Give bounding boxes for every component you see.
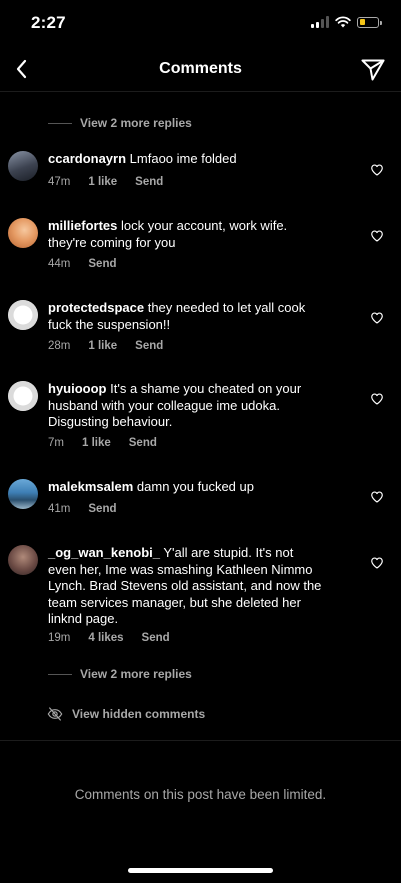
- status-time: 2:27: [31, 13, 66, 32]
- signal-icon: [311, 16, 329, 28]
- heart-outline-icon[interactable]: [370, 311, 384, 325]
- comment-username[interactable]: ccardonayrn: [48, 151, 126, 166]
- comment-content: damn you fucked up: [136, 479, 254, 494]
- view-replies-label: View 2 more replies: [80, 116, 192, 130]
- comment-username[interactable]: malekmsalem: [48, 479, 133, 494]
- send-button[interactable]: Send: [88, 258, 116, 270]
- wifi-icon: [335, 16, 351, 28]
- view-more-replies-top[interactable]: View 2 more replies: [48, 116, 192, 130]
- comment-username[interactable]: protectedspace: [48, 300, 144, 315]
- heart-outline-icon[interactable]: [370, 490, 384, 504]
- send-button[interactable]: Send: [135, 176, 163, 188]
- battery-level: [359, 19, 366, 25]
- comment-username[interactable]: _og_wan_kenobi_: [48, 545, 160, 560]
- view-hidden-comments-label: View hidden comments: [72, 707, 206, 721]
- comment-meta: 47m 1 like Send: [48, 176, 163, 188]
- heart-outline-icon[interactable]: [370, 163, 384, 177]
- avatar[interactable]: [8, 545, 38, 575]
- avatar[interactable]: [8, 479, 38, 509]
- comment-time: 7m: [48, 437, 64, 449]
- comment-text: ccardonayrn Lmfaoo ime folded: [48, 151, 324, 168]
- avatar[interactable]: [8, 218, 38, 248]
- comment-time: 44m: [48, 258, 71, 270]
- comment-text: _og_wan_kenobi_ Y'all are stupid. It's n…: [48, 545, 324, 628]
- comment-meta: 41m Send: [48, 503, 117, 515]
- status-bar: 2:27: [0, 0, 401, 46]
- comment-meta: 19m 4 likes Send: [48, 632, 170, 644]
- comment-time: 19m: [48, 632, 71, 644]
- avatar[interactable]: [8, 300, 38, 330]
- comments-limited-notice: Comments on this post have been limited.: [74, 787, 327, 802]
- avatar[interactable]: [8, 151, 38, 181]
- avatar[interactable]: [8, 381, 38, 411]
- heart-outline-icon[interactable]: [370, 392, 384, 406]
- comment-likes[interactable]: 4 likes: [88, 632, 123, 644]
- nav-bar: Comments: [0, 46, 401, 92]
- send-button[interactable]: Send: [129, 437, 157, 449]
- comment-text: malekmsalem damn you fucked up: [48, 479, 324, 496]
- home-indicator[interactable]: [128, 868, 273, 873]
- comment-time: 41m: [48, 503, 71, 515]
- view-replies-label: View 2 more replies: [80, 667, 192, 681]
- paper-plane-icon[interactable]: [359, 55, 387, 83]
- default-avatar-icon: [8, 300, 38, 330]
- heart-outline-icon[interactable]: [370, 229, 384, 243]
- eye-slash-icon: [47, 707, 63, 721]
- send-button[interactable]: Send: [135, 340, 163, 352]
- heart-outline-icon[interactable]: [370, 556, 384, 570]
- comment-text: hyuiooop It's a shame you cheated on you…: [48, 381, 324, 431]
- comment-username[interactable]: hyuiooop: [48, 381, 107, 396]
- comment-meta: 28m 1 like Send: [48, 340, 163, 352]
- status-icons: [311, 16, 382, 28]
- comment-likes[interactable]: 1 like: [88, 176, 117, 188]
- default-avatar-icon: [8, 381, 38, 411]
- divider: [0, 740, 401, 741]
- comment-likes[interactable]: 1 like: [82, 437, 111, 449]
- comment-likes[interactable]: 1 like: [88, 340, 117, 352]
- comment-content: Lmfaoo ime folded: [129, 151, 237, 166]
- page-title: Comments: [159, 60, 242, 77]
- comment-time: 47m: [48, 176, 71, 188]
- comment-meta: 7m 1 like Send: [48, 437, 157, 449]
- battery-icon: [357, 16, 382, 28]
- view-hidden-comments-button[interactable]: View hidden comments: [47, 706, 205, 722]
- comment-text: milliefortes lock your account, work wif…: [48, 218, 324, 251]
- comment-meta: 44m Send: [48, 258, 117, 270]
- send-button[interactable]: Send: [88, 503, 116, 515]
- comment-text: protectedspace they needed to let yall c…: [48, 300, 324, 333]
- view-more-replies-bottom[interactable]: View 2 more replies: [48, 667, 192, 681]
- comment-time: 28m: [48, 340, 71, 352]
- comment-username[interactable]: milliefortes: [48, 218, 117, 233]
- send-button[interactable]: Send: [142, 632, 170, 644]
